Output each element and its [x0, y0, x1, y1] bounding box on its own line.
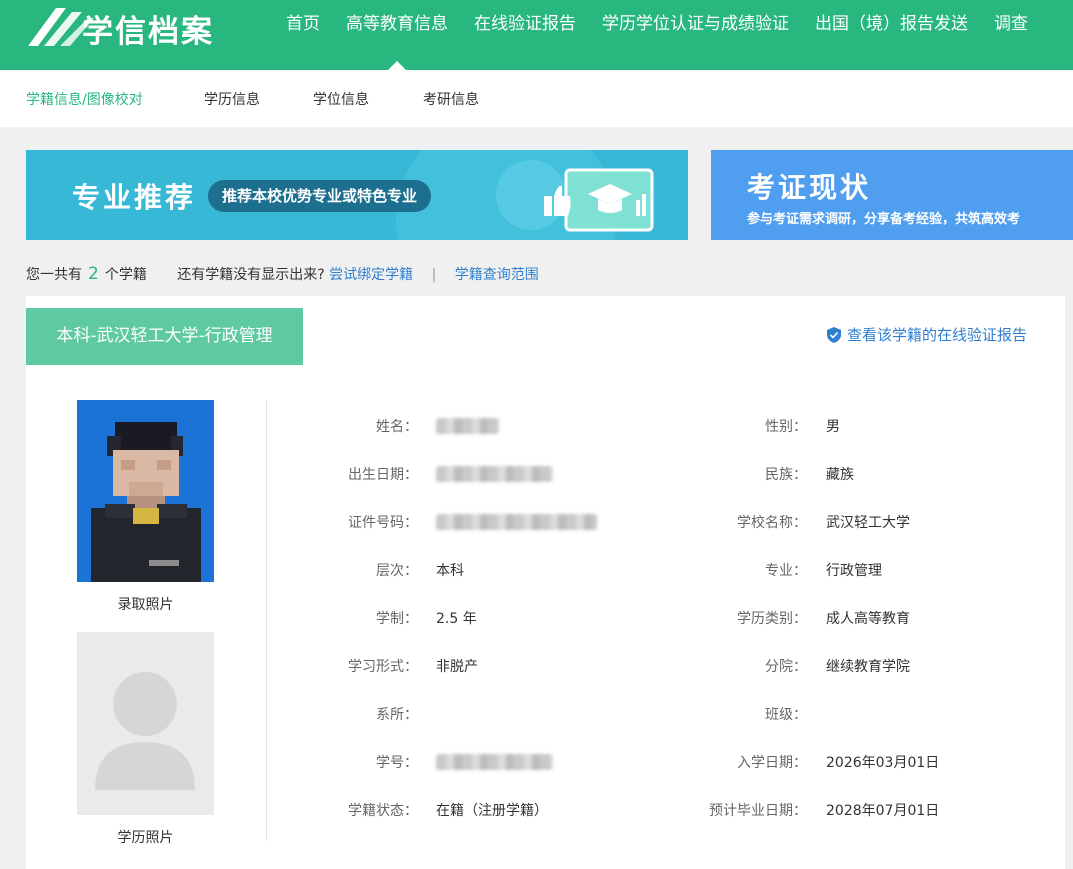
label-name: 姓名： — [376, 419, 418, 435]
education-photo-caption: 学历照片 — [117, 830, 174, 846]
verify-report-link[interactable]: 查看该学籍的在线验证报告 — [827, 324, 1027, 345]
label-admission-date: 入学日期： — [737, 755, 807, 771]
banner-subtitle: 参与考证需求调研，分享备考经验，共筑高效考 — [747, 212, 1021, 227]
bind-record-link[interactable]: 尝试绑定学籍 — [329, 267, 413, 283]
value-education-type: 成人高等教育 — [826, 611, 910, 627]
shield-check-icon — [827, 326, 841, 343]
label-study-form: 学习形式： — [348, 659, 418, 675]
label-id-number: 证件号码： — [348, 515, 418, 531]
banner-title: 专业推荐 — [72, 181, 197, 214]
banner-certification-status[interactable]: 考证现状 参与考证需求调研，分享备考经验，共筑高效考 — [711, 150, 1073, 240]
value-admission-date: 2026年03月01日 — [826, 755, 940, 771]
banner-major-recommendation[interactable]: 专业推荐 推荐本校优势专业或特色专业 — [26, 150, 688, 240]
subnav-degree[interactable]: 学位信息 — [313, 89, 369, 109]
label-enrollment-status: 学籍状态： — [348, 803, 418, 819]
nav-home[interactable]: 首页 — [286, 0, 320, 48]
record-card: 本科-武汉轻工大学-行政管理 查看该学籍的在线验证报告 录取照片 学历照片 姓名… — [26, 296, 1065, 869]
label-birth-date: 出生日期： — [348, 467, 418, 483]
subnav-postgraduate-exam[interactable]: 考研信息 — [423, 89, 479, 109]
query-range-link[interactable]: 学籍查询范围 — [455, 267, 539, 283]
record-tab[interactable]: 本科-武汉轻工大学-行政管理 — [26, 308, 303, 365]
logo-text: 学信档案 — [82, 14, 214, 50]
banner-pill: 推荐本校优势专业或特色专业 — [208, 180, 432, 212]
nav-survey[interactable]: 调查 — [994, 0, 1028, 48]
count-prefix: 您一共有 — [26, 267, 82, 283]
nav-certification[interactable]: 学历学位认证与成绩验证 — [602, 0, 789, 48]
nav-overseas-report[interactable]: 出国（境）报告发送 — [815, 0, 968, 48]
divider — [266, 400, 267, 841]
subnav-enrollment[interactable]: 学籍信息/图像校对 — [26, 89, 143, 109]
record-count-line: 您一共有 2 个学籍 还有学籍没有显示出来? 尝试绑定学籍 | 学籍查询范围 — [26, 264, 539, 284]
count-suffix: 个学籍 — [104, 267, 147, 283]
label-major: 专业： — [765, 563, 807, 579]
label-duration: 学制： — [376, 611, 418, 627]
label-class: 班级： — [765, 707, 807, 723]
label-ethnicity: 民族： — [765, 467, 807, 483]
value-gender: 男 — [826, 419, 840, 435]
value-school-name: 武汉轻工大学 — [826, 515, 910, 531]
value-expected-graduation: 2028年07月01日 — [826, 803, 940, 819]
value-duration: 2.5 年 — [436, 611, 477, 627]
redacted-id-number — [436, 514, 597, 530]
label-expected-graduation: 预计毕业日期： — [709, 803, 807, 819]
value-study-form: 非脱产 — [436, 659, 478, 675]
redacted-birth-date — [436, 466, 553, 482]
value-level: 本科 — [436, 563, 464, 579]
value-ethnicity: 藏族 — [826, 467, 854, 483]
nav-online-verification[interactable]: 在线验证报告 — [474, 0, 576, 48]
label-school-name: 学校名称： — [737, 515, 807, 531]
value-major: 行政管理 — [826, 563, 882, 579]
label-gender: 性别： — [765, 419, 807, 435]
user-placeholder-icon — [77, 632, 214, 815]
sub-nav: 学籍信息/图像校对 学历信息 学位信息 考研信息 — [0, 70, 1073, 127]
value-enrollment-status: 在籍（注册学籍） — [436, 803, 548, 819]
subnav-education[interactable]: 学历信息 — [204, 89, 260, 109]
main-nav: 首页 高等教育信息 在线验证报告 学历学位认证与成绩验证 出国（境）报告发送 调… — [286, 0, 1054, 70]
link-separator: | — [431, 267, 437, 283]
label-education-type: 学历类别： — [737, 611, 807, 627]
redacted-name — [436, 418, 499, 434]
label-level: 层次： — [376, 563, 418, 579]
missing-question: 还有学籍没有显示出来? — [177, 267, 325, 283]
banner-title: 考证现状 — [747, 171, 872, 204]
value-branch: 继续教育学院 — [826, 659, 910, 675]
graduation-board-icon — [544, 168, 654, 232]
education-photo-placeholder — [77, 632, 214, 815]
label-branch: 分院： — [765, 659, 807, 675]
pixelated-portrait — [77, 400, 214, 582]
top-header: 学信档案 首页 高等教育信息 在线验证报告 学历学位认证与成绩验证 出国（境）报… — [0, 0, 1073, 70]
verify-report-text: 查看该学籍的在线验证报告 — [847, 326, 1028, 344]
admission-photo — [77, 400, 214, 582]
label-department: 系所： — [376, 707, 418, 723]
record-count: 2 — [88, 264, 99, 284]
label-student-id: 学号： — [376, 755, 418, 771]
admission-photo-caption: 录取照片 — [117, 597, 174, 613]
nav-higher-education[interactable]: 高等教育信息 — [346, 0, 448, 70]
redacted-student-id — [436, 754, 553, 770]
